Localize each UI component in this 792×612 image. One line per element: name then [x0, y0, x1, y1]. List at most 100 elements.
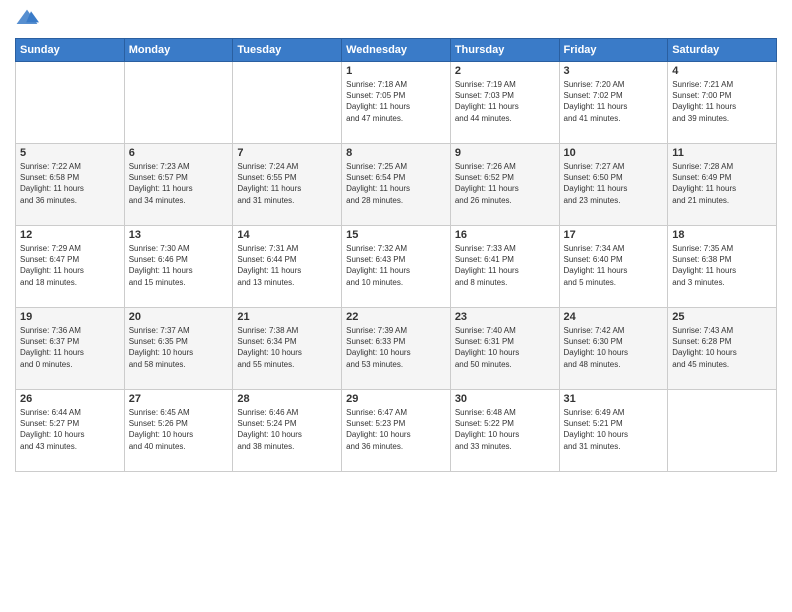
day-number: 26: [20, 393, 120, 405]
day-cell: 26 Sunrise: 6:44 AM Sunset: 5:27 PM Dayli…: [16, 390, 125, 472]
day-cell: 27 Sunrise: 6:45 AM Sunset: 5:26 PM Dayli…: [124, 390, 233, 472]
day-cell: 14Sunrise: 7:31 AM Sunset: 6:44 PM Dayli…: [233, 226, 342, 308]
day-cell: 31Sunrise: 6:49 AM Sunset: 5:21 PM Dayli…: [559, 390, 668, 472]
day-number: 3: [564, 65, 664, 77]
day-cell: 21 Sunrise: 7:38 AM Sunset: 6:34 PM Dayli…: [233, 308, 342, 390]
day-info: Sunrise: 7:33 AM Sunset: 6:41 PM Dayligh…: [455, 243, 555, 288]
day-info: Sunrise: 7:32 AM Sunset: 6:43 PM Dayligh…: [346, 243, 446, 288]
day-number: 7: [237, 147, 337, 159]
day-cell: 10 Sunrise: 7:27 AM Sunset: 6:50 PM Dayli…: [559, 144, 668, 226]
day-cell: 11Sunrise: 7:28 AM Sunset: 6:49 PM Dayli…: [668, 144, 777, 226]
weekday-header-sunday: Sunday: [16, 39, 125, 62]
day-cell: 12 Sunrise: 7:29 AM Sunset: 6:47 PM Dayli…: [16, 226, 125, 308]
day-info: Sunrise: 7:21 AM Sunset: 7:00 PM Dayligh…: [672, 79, 772, 124]
day-number: 15: [346, 229, 446, 241]
week-row-0: 1 Sunrise: 7:18 AM Sunset: 7:05 PM Daylig…: [16, 62, 777, 144]
day-number: 5: [20, 147, 120, 159]
day-cell: 16 Sunrise: 7:33 AM Sunset: 6:41 PM Dayli…: [450, 226, 559, 308]
day-info: Sunrise: 7:22 AM Sunset: 6:58 PM Dayligh…: [20, 161, 120, 206]
day-cell: 22 Sunrise: 7:39 AM Sunset: 6:33 PM Dayli…: [342, 308, 451, 390]
day-cell: 30 Sunrise: 6:48 AM Sunset: 5:22 PM Dayli…: [450, 390, 559, 472]
day-number: 13: [129, 229, 229, 241]
day-cell: 3 Sunrise: 7:20 AM Sunset: 7:02 PM Daylig…: [559, 62, 668, 144]
week-row-1: 5 Sunrise: 7:22 AM Sunset: 6:58 PM Daylig…: [16, 144, 777, 226]
day-info: Sunrise: 7:20 AM Sunset: 7:02 PM Dayligh…: [564, 79, 664, 124]
weekday-header-monday: Monday: [124, 39, 233, 62]
day-info: Sunrise: 7:29 AM Sunset: 6:47 PM Dayligh…: [20, 243, 120, 288]
day-info: Sunrise: 7:42 AM Sunset: 6:30 PM Dayligh…: [564, 325, 664, 370]
day-number: 21: [237, 311, 337, 323]
day-cell: 13 Sunrise: 7:30 AM Sunset: 6:46 PM Dayli…: [124, 226, 233, 308]
day-cell: 29 Sunrise: 6:47 AM Sunset: 5:23 PM Dayli…: [342, 390, 451, 472]
day-number: 20: [129, 311, 229, 323]
day-cell: 6 Sunrise: 7:23 AM Sunset: 6:57 PM Daylig…: [124, 144, 233, 226]
day-cell: [16, 62, 125, 144]
day-number: 12: [20, 229, 120, 241]
day-info: Sunrise: 7:34 AM Sunset: 6:40 PM Dayligh…: [564, 243, 664, 288]
weekday-header-tuesday: Tuesday: [233, 39, 342, 62]
day-number: 22: [346, 311, 446, 323]
day-number: 30: [455, 393, 555, 405]
day-info: Sunrise: 7:24 AM Sunset: 6:55 PM Dayligh…: [237, 161, 337, 206]
day-cell: 18 Sunrise: 7:35 AM Sunset: 6:38 PM Dayli…: [668, 226, 777, 308]
day-cell: 4 Sunrise: 7:21 AM Sunset: 7:00 PM Daylig…: [668, 62, 777, 144]
day-cell: [124, 62, 233, 144]
day-info: Sunrise: 7:25 AM Sunset: 6:54 PM Dayligh…: [346, 161, 446, 206]
weekday-header-friday: Friday: [559, 39, 668, 62]
day-info: Sunrise: 6:45 AM Sunset: 5:26 PM Dayligh…: [129, 407, 229, 452]
day-info: Sunrise: 7:30 AM Sunset: 6:46 PM Dayligh…: [129, 243, 229, 288]
day-info: Sunrise: 7:19 AM Sunset: 7:03 PM Dayligh…: [455, 79, 555, 124]
day-info: Sunrise: 7:43 AM Sunset: 6:28 PM Dayligh…: [672, 325, 772, 370]
weekday-header-saturday: Saturday: [668, 39, 777, 62]
day-info: Sunrise: 6:48 AM Sunset: 5:22 PM Dayligh…: [455, 407, 555, 452]
day-info: Sunrise: 6:44 AM Sunset: 5:27 PM Dayligh…: [20, 407, 120, 452]
day-info: Sunrise: 6:46 AM Sunset: 5:24 PM Dayligh…: [237, 407, 337, 452]
calendar: SundayMondayTuesdayWednesdayThursdayFrid…: [15, 38, 777, 472]
day-number: 25: [672, 311, 772, 323]
day-number: 17: [564, 229, 664, 241]
day-info: Sunrise: 7:39 AM Sunset: 6:33 PM Dayligh…: [346, 325, 446, 370]
day-cell: 1 Sunrise: 7:18 AM Sunset: 7:05 PM Daylig…: [342, 62, 451, 144]
day-cell: 15 Sunrise: 7:32 AM Sunset: 6:43 PM Dayli…: [342, 226, 451, 308]
day-cell: 19 Sunrise: 7:36 AM Sunset: 6:37 PM Dayli…: [16, 308, 125, 390]
day-info: Sunrise: 6:49 AM Sunset: 5:21 PM Dayligh…: [564, 407, 664, 452]
day-info: Sunrise: 7:36 AM Sunset: 6:37 PM Dayligh…: [20, 325, 120, 370]
day-number: 19: [20, 311, 120, 323]
day-info: Sunrise: 6:47 AM Sunset: 5:23 PM Dayligh…: [346, 407, 446, 452]
day-number: 16: [455, 229, 555, 241]
day-cell: 17 Sunrise: 7:34 AM Sunset: 6:40 PM Dayli…: [559, 226, 668, 308]
day-cell: 5 Sunrise: 7:22 AM Sunset: 6:58 PM Daylig…: [16, 144, 125, 226]
day-number: 1: [346, 65, 446, 77]
day-number: 9: [455, 147, 555, 159]
day-info: Sunrise: 7:27 AM Sunset: 6:50 PM Dayligh…: [564, 161, 664, 206]
weekday-header-row: SundayMondayTuesdayWednesdayThursdayFrid…: [16, 39, 777, 62]
day-number: 8: [346, 147, 446, 159]
week-row-3: 19 Sunrise: 7:36 AM Sunset: 6:37 PM Dayli…: [16, 308, 777, 390]
day-cell: 7 Sunrise: 7:24 AM Sunset: 6:55 PM Daylig…: [233, 144, 342, 226]
day-cell: [668, 390, 777, 472]
day-info: Sunrise: 7:37 AM Sunset: 6:35 PM Dayligh…: [129, 325, 229, 370]
day-cell: 20 Sunrise: 7:37 AM Sunset: 6:35 PM Dayli…: [124, 308, 233, 390]
day-number: 4: [672, 65, 772, 77]
week-row-4: 26 Sunrise: 6:44 AM Sunset: 5:27 PM Dayli…: [16, 390, 777, 472]
day-info: Sunrise: 7:35 AM Sunset: 6:38 PM Dayligh…: [672, 243, 772, 288]
week-row-2: 12 Sunrise: 7:29 AM Sunset: 6:47 PM Dayli…: [16, 226, 777, 308]
day-cell: 8 Sunrise: 7:25 AM Sunset: 6:54 PM Daylig…: [342, 144, 451, 226]
day-info: Sunrise: 7:18 AM Sunset: 7:05 PM Dayligh…: [346, 79, 446, 124]
day-info: Sunrise: 7:40 AM Sunset: 6:31 PM Dayligh…: [455, 325, 555, 370]
day-number: 10: [564, 147, 664, 159]
day-info: Sunrise: 7:23 AM Sunset: 6:57 PM Dayligh…: [129, 161, 229, 206]
day-number: 6: [129, 147, 229, 159]
day-cell: 25 Sunrise: 7:43 AM Sunset: 6:28 PM Dayli…: [668, 308, 777, 390]
page: SundayMondayTuesdayWednesdayThursdayFrid…: [0, 0, 792, 612]
logo: [15, 10, 43, 30]
day-number: 18: [672, 229, 772, 241]
weekday-header-wednesday: Wednesday: [342, 39, 451, 62]
day-cell: 24 Sunrise: 7:42 AM Sunset: 6:30 PM Dayli…: [559, 308, 668, 390]
day-number: 27: [129, 393, 229, 405]
day-number: 29: [346, 393, 446, 405]
day-cell: 23Sunrise: 7:40 AM Sunset: 6:31 PM Dayli…: [450, 308, 559, 390]
day-info: Sunrise: 7:38 AM Sunset: 6:34 PM Dayligh…: [237, 325, 337, 370]
day-number: 24: [564, 311, 664, 323]
day-number: 11: [672, 147, 772, 159]
